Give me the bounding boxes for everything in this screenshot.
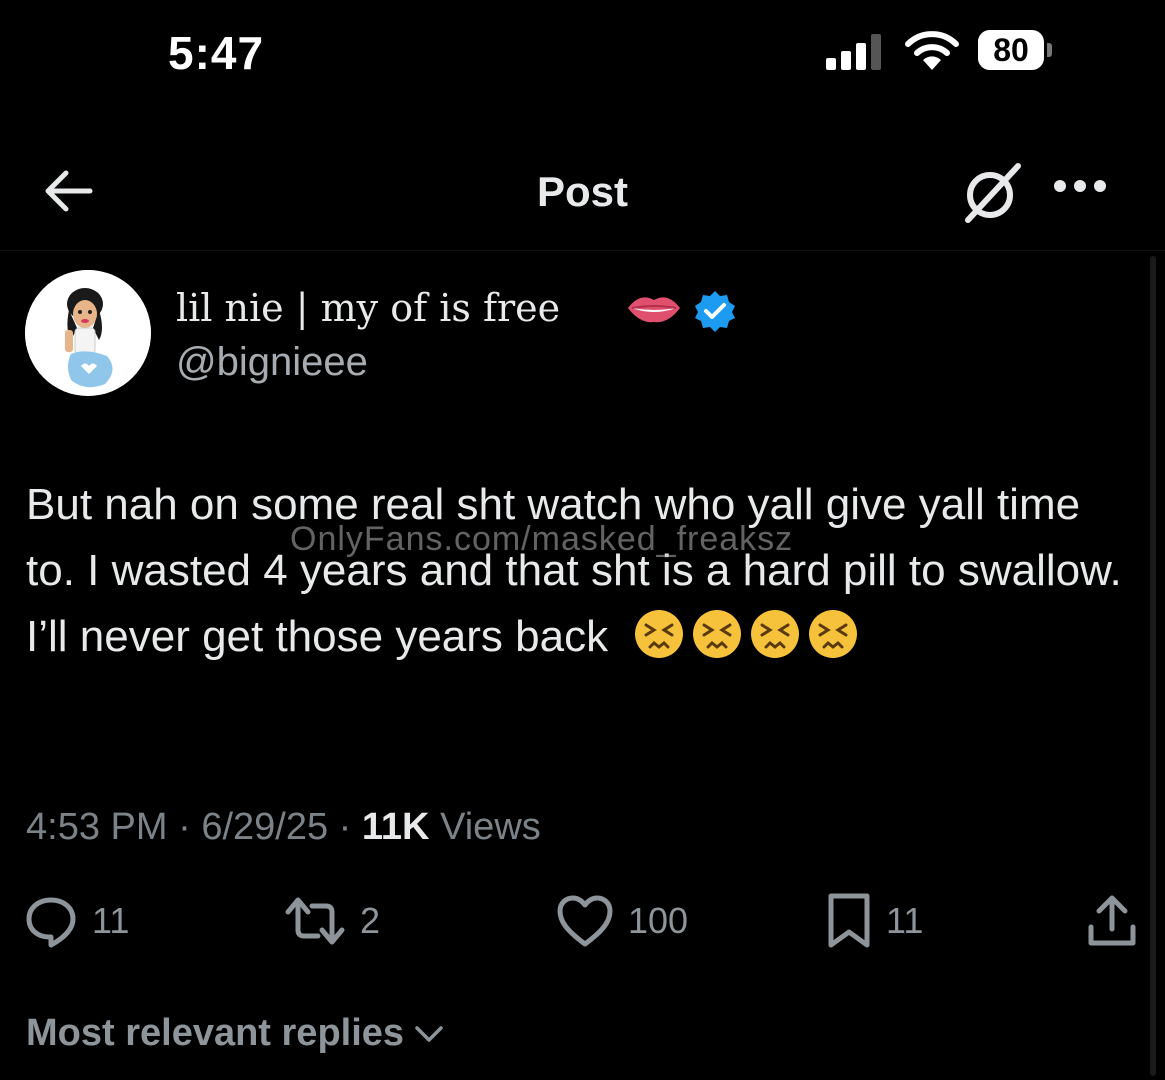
tweet-body: But nah on some real sht watch who yall …	[26, 472, 1136, 670]
persevering-face-icon	[692, 609, 742, 659]
avatar-illustration	[25, 270, 151, 396]
share-button[interactable]	[1086, 890, 1138, 952]
views-label: Views	[440, 806, 541, 848]
share-icon	[1088, 895, 1136, 946]
top-nav-bar: Post	[0, 130, 1165, 250]
status-bar: 5:47 80	[0, 0, 1165, 110]
action-bar: 11 2 100 11	[0, 890, 1165, 960]
bookmark-count: 11	[886, 900, 924, 941]
like-button[interactable]: 100	[556, 890, 688, 952]
status-time: 5:47	[168, 27, 265, 79]
cellular-signal-icon	[826, 34, 881, 70]
replies-sort-label: Most relevant replies	[26, 1012, 405, 1054]
like-count: 100	[628, 900, 689, 941]
more-options-icon[interactable]	[1052, 178, 1108, 194]
tweet-date[interactable]: 6/29/25	[201, 806, 328, 848]
nav-divider	[0, 250, 1165, 251]
reply-count: 11	[92, 900, 130, 941]
author-handle[interactable]: @bignieee	[176, 340, 368, 385]
tweet-meta: 4:53 PM · 6/29/25 · 11K Views	[26, 806, 541, 849]
author-display-name[interactable]: lil nie | my of is free	[176, 286, 560, 330]
repost-icon	[285, 897, 345, 945]
bookmark-button[interactable]: 11	[826, 890, 923, 952]
verified-badge-icon[interactable]	[694, 290, 736, 332]
persevering-face-icon	[634, 609, 684, 659]
battery-indicator: 80	[978, 30, 1056, 72]
persevering-face-icon	[750, 609, 800, 659]
author-avatar[interactable]	[25, 270, 151, 396]
reply-button[interactable]: 11	[24, 890, 129, 952]
repost-count: 2	[360, 900, 381, 941]
reply-icon	[26, 897, 76, 948]
wifi-icon	[905, 31, 959, 70]
battery-percentage: 80	[993, 32, 1029, 68]
meta-separator: ·	[178, 806, 191, 848]
chevron-down-icon	[415, 1025, 443, 1042]
watermark-text: OnlyFans.com/masked_freaksz	[290, 520, 794, 558]
persevering-face-icon	[808, 609, 858, 659]
grok-icon[interactable]	[958, 162, 1024, 224]
replies-sort-dropdown[interactable]: Most relevant replies	[26, 1012, 444, 1055]
battery-nub	[1047, 43, 1052, 57]
bookmark-icon	[828, 893, 870, 948]
heart-icon	[557, 895, 613, 947]
views-count: 11K	[361, 806, 430, 848]
tweet-text: But nah on some real sht watch who yall …	[26, 480, 1122, 661]
repost-button[interactable]: 2	[284, 890, 380, 952]
meta-separator: ·	[338, 806, 352, 848]
tweet-time[interactable]: 4:53 PM	[26, 806, 168, 848]
lips-emoji-icon	[628, 297, 680, 323]
